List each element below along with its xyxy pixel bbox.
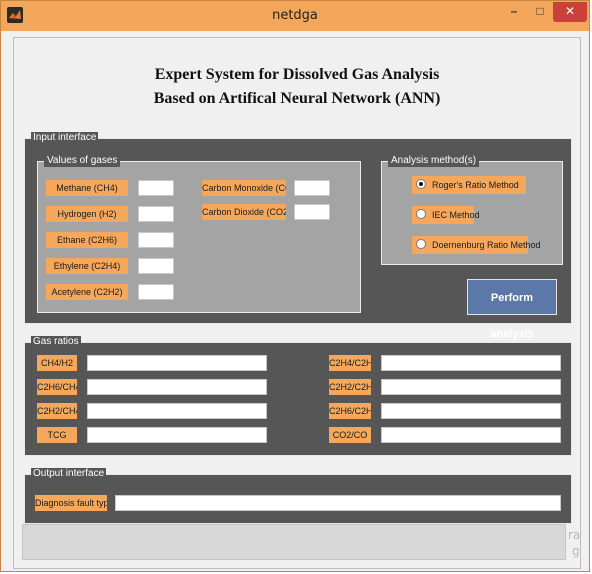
status-area — [22, 524, 566, 560]
rogers-ratio-radio[interactable]: Roger's Ratio Method — [412, 176, 526, 194]
co2-co-label: CO2/CO — [329, 427, 371, 443]
c2h6-ch4-output[interactable] — [87, 379, 267, 395]
gas-ratios-panel: Gas ratios CH4/H2 C2H6/CH4 C2H2/CH4 TCG … — [24, 336, 572, 456]
c2h2-c2h4-output[interactable] — [381, 379, 561, 395]
output-interface-panel: Output interface Diagnosis fault type — [24, 468, 572, 524]
values-of-gases-title: Values of gases — [44, 155, 121, 167]
ethane-input[interactable] — [138, 232, 174, 248]
rogers-ratio-label: Roger's Ratio Method — [432, 180, 519, 190]
diagnosis-fault-type-label: Diagnosis fault type — [35, 495, 107, 511]
radio-selected-icon — [416, 179, 426, 189]
minimize-button[interactable]: – — [501, 2, 527, 22]
acetylene-input[interactable] — [138, 284, 174, 300]
figure-client-area: Expert System for Dissolved Gas Analysis… — [13, 37, 581, 569]
diagnosis-fault-type-output[interactable] — [115, 495, 561, 511]
analysis-methods-panel: Analysis method(s) Roger's Ratio Method … — [381, 155, 563, 265]
watermark-text-1: ra — [568, 528, 581, 542]
analysis-methods-title: Analysis method(s) — [388, 155, 480, 167]
values-of-gases-panel: Values of gases Methane (CH4) Hydrogen (… — [37, 155, 361, 313]
hydrogen-input[interactable] — [138, 206, 174, 222]
tcg-label: TCG — [37, 427, 77, 443]
hydrogen-label: Hydrogen (H2) — [46, 206, 128, 222]
carbon-monoxide-label: Carbon Monoxide (CO) — [202, 180, 286, 196]
carbon-dioxide-input[interactable] — [294, 204, 330, 220]
output-interface-title: Output interface — [31, 468, 107, 480]
ethane-label: Ethane (C2H6) — [46, 232, 128, 248]
tcg-output[interactable] — [87, 427, 267, 443]
ethylene-input[interactable] — [138, 258, 174, 274]
methane-input[interactable] — [138, 180, 174, 196]
c2h4-c2h6-output[interactable] — [381, 355, 561, 371]
page-title-line-2: Based on Artifical Neural Network (ANN) — [153, 90, 441, 107]
app-window: netdga – □ ✕ Expert System for Dissolved… — [0, 0, 590, 572]
c2h6-c2h2-label: C2H6/C2H2 — [329, 403, 371, 419]
methane-label: Methane (CH4) — [46, 180, 128, 196]
c2h6-c2h2-output[interactable] — [381, 403, 561, 419]
doernenburg-ratio-label: Doernenburg Ratio Method — [432, 240, 541, 250]
c2h2-ch4-output[interactable] — [87, 403, 267, 419]
watermark-text-2: g — [572, 544, 580, 558]
c2h6-ch4-label: C2H6/CH4 — [37, 379, 77, 395]
ch4-h2-label: CH4/H2 — [37, 355, 77, 371]
input-interface-title: Input interface — [31, 132, 99, 144]
c2h2-c2h4-label: C2H2/C2H4 — [329, 379, 371, 395]
acetylene-label: Acetylene (C2H2) — [46, 284, 128, 300]
radio-unselected-icon — [416, 209, 426, 219]
co2-co-output[interactable] — [381, 427, 561, 443]
carbon-dioxide-label: Carbon Dioxide (CO2) — [202, 204, 286, 220]
title-bar[interactable]: netdga – □ ✕ — [1, 1, 589, 31]
page-title-line-1: Expert System for Dissolved Gas Analysis — [154, 66, 440, 83]
carbon-monoxide-input[interactable] — [294, 180, 330, 196]
gas-ratios-title: Gas ratios — [31, 336, 81, 348]
radio-unselected-icon — [416, 239, 426, 249]
close-button[interactable]: ✕ — [553, 2, 587, 22]
iec-method-label: IEC Method — [432, 210, 480, 220]
c2h4-c2h6-label: C2H4/C2H6 — [329, 355, 371, 371]
iec-method-radio[interactable]: IEC Method — [412, 206, 480, 224]
c2h2-ch4-label: C2H2/CH4 — [37, 403, 77, 419]
perform-analysis-button[interactable]: Perform analysis — [467, 279, 557, 340]
input-interface-panel: Input interface Values of gases Methane … — [24, 132, 572, 340]
doernenburg-ratio-radio[interactable]: Doernenburg Ratio Method — [412, 236, 541, 254]
ethylene-label: Ethylene (C2H4) — [46, 258, 128, 274]
maximize-button[interactable]: □ — [527, 2, 553, 22]
ch4-h2-output[interactable] — [87, 355, 267, 371]
